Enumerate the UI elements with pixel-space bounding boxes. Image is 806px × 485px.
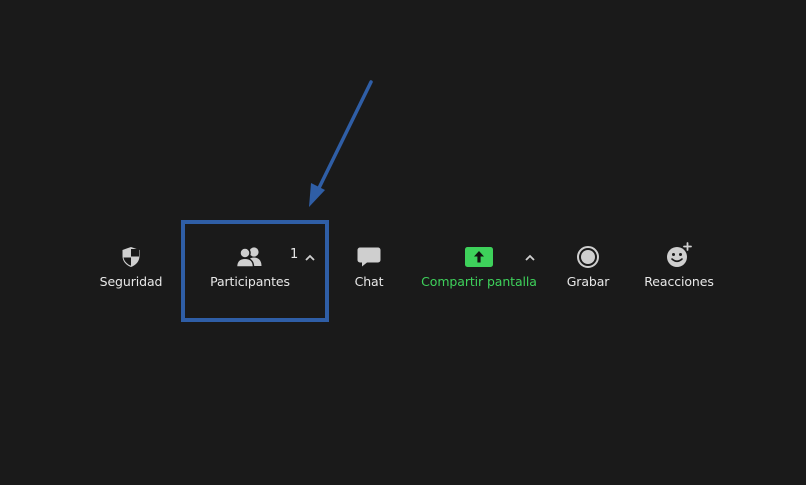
shield-icon (121, 245, 141, 269)
chat-bubble-icon (357, 245, 381, 269)
share-screen-label: Compartir pantalla (421, 274, 537, 289)
security-button[interactable]: Seguridad (95, 245, 167, 295)
record-button[interactable]: Grabar (562, 245, 614, 295)
share-screen-button[interactable]: Compartir pantalla (417, 245, 541, 295)
participants-icon (235, 245, 265, 269)
record-label: Grabar (566, 274, 610, 289)
participants-button[interactable]: 1 Participantes (205, 245, 299, 295)
record-icon (576, 245, 600, 269)
participants-label: Participantes (210, 274, 290, 289)
reactions-button[interactable]: Reacciones (640, 242, 718, 295)
reactions-icon (665, 242, 693, 269)
reactions-label: Reacciones (644, 274, 714, 289)
participants-count: 1 (290, 247, 299, 262)
share-screen-icon (465, 245, 493, 269)
participants-options-chevron-up-icon[interactable] (304, 253, 316, 263)
share-screen-options-chevron-up-icon[interactable] (524, 253, 536, 263)
chat-button[interactable]: Chat (342, 245, 396, 295)
chat-label: Chat (354, 274, 384, 289)
security-label: Seguridad (99, 274, 163, 289)
